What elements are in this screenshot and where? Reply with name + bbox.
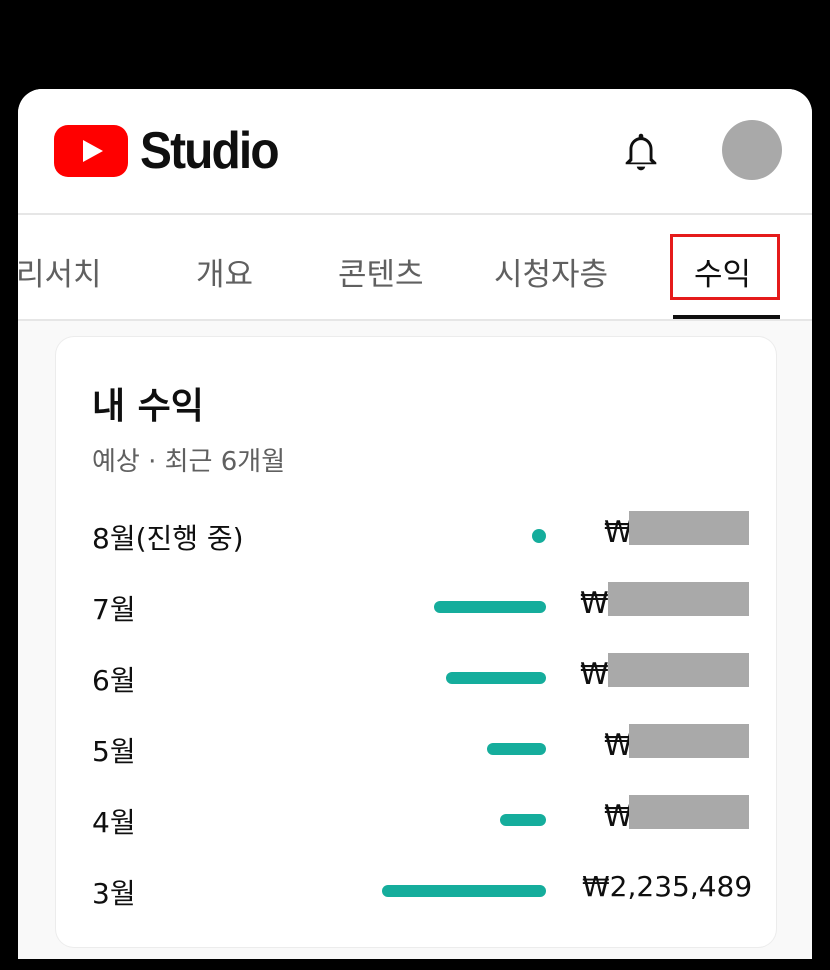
tab-overview[interactable]: 개요	[196, 249, 253, 294]
redacted-amount	[608, 582, 749, 616]
currency-symbol: ₩	[580, 586, 609, 620]
revenue-bar	[487, 743, 546, 755]
revenue-row: 3월 ₩2,235,489	[56, 866, 776, 916]
revenue-row: 7월 ₩	[56, 582, 776, 632]
revenue-bar	[532, 529, 546, 543]
avatar[interactable]	[722, 120, 782, 180]
app-header: Studio	[18, 89, 812, 215]
month-label: 4월	[92, 806, 136, 839]
revenue-row: 5월 ₩	[56, 724, 776, 774]
tab-research[interactable]: 리서치	[18, 249, 102, 294]
revenue-bar	[500, 814, 546, 826]
card-title: 내 수익	[92, 386, 204, 427]
logo-text: Studio	[140, 122, 280, 180]
redacted-amount	[629, 724, 749, 758]
month-label: 8월(진행 중)	[92, 522, 244, 555]
redacted-amount	[608, 653, 749, 687]
revenue-bar	[382, 885, 546, 897]
tab-audience[interactable]: 시청자층	[494, 249, 608, 294]
revenue-row: 8월(진행 중) ₩	[56, 511, 776, 561]
revenue-bar	[446, 672, 546, 684]
tab-bar: 리서치 개요 콘텐츠 시청자층 수익	[18, 215, 812, 321]
redacted-amount	[629, 795, 749, 829]
revenue-bar	[434, 601, 546, 613]
revenue-amount: ₩2,235,489	[582, 870, 753, 903]
card-subtitle: 예상 · 최근 6개월	[92, 447, 286, 477]
tab-active-indicator	[673, 315, 780, 319]
month-label: 7월	[92, 593, 136, 626]
youtube-play-icon	[54, 125, 128, 177]
month-label: 6월	[92, 664, 136, 697]
bell-icon[interactable]	[618, 129, 664, 175]
redacted-amount	[629, 511, 749, 545]
studio-logo[interactable]: Studio	[54, 125, 290, 177]
revenue-card[interactable]: 내 수익 예상 · 최근 6개월 8월(진행 중) ₩ 7월 ₩ 6월 ₩ 5월…	[56, 337, 776, 947]
month-label: 5월	[92, 735, 136, 768]
tab-revenue-highlight	[670, 234, 780, 300]
currency-symbol: ₩	[580, 657, 609, 691]
revenue-row: 4월 ₩	[56, 795, 776, 845]
tab-content[interactable]: 콘텐츠	[338, 249, 424, 294]
revenue-row: 6월 ₩	[56, 653, 776, 703]
app-window: Studio 리서치 개요 콘텐츠 시청자층 수익 내 수익 예상 · 최근 6…	[18, 89, 812, 959]
month-label: 3월	[92, 877, 136, 910]
